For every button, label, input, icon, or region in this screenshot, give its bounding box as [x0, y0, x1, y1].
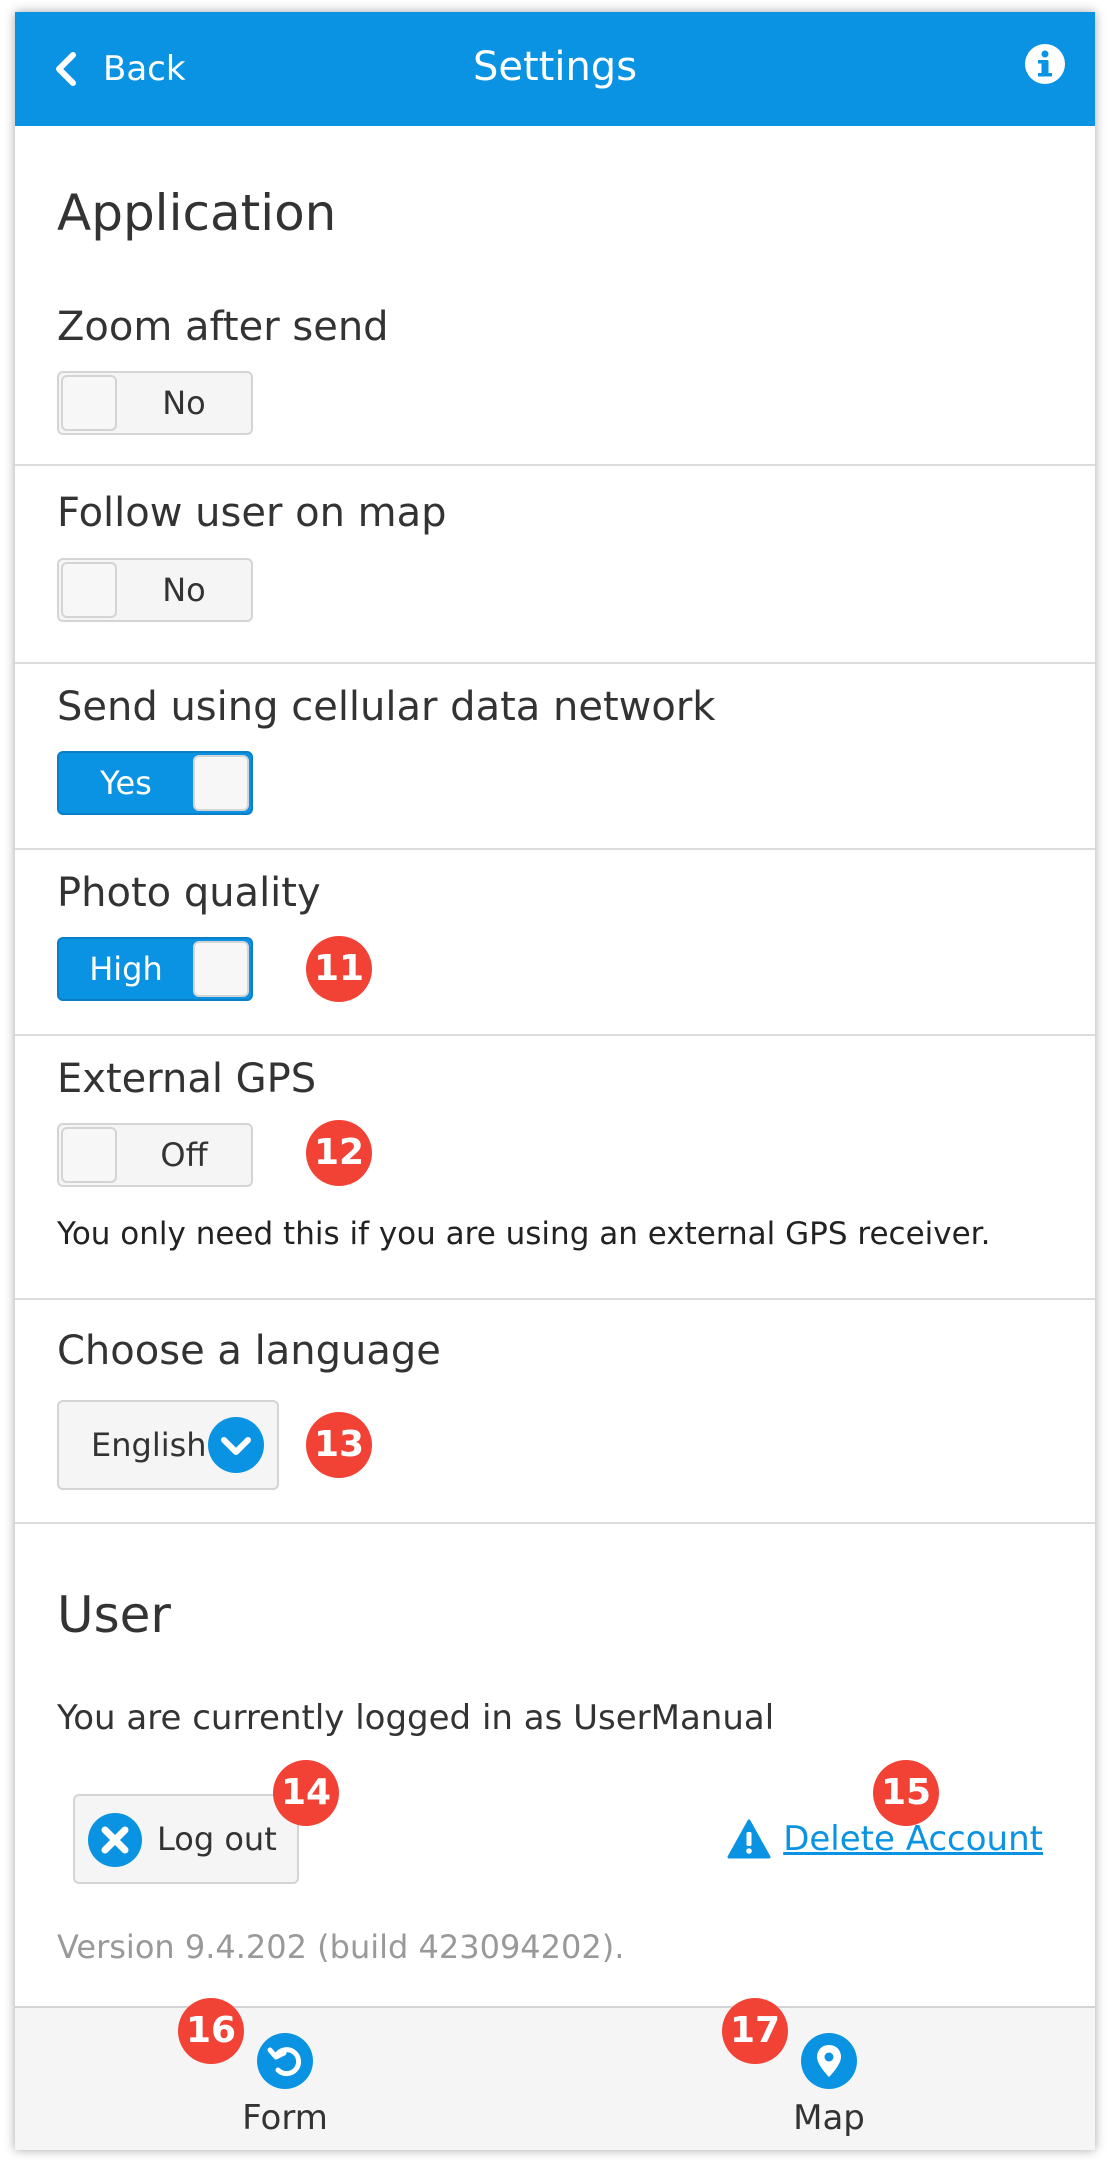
map-label: Map	[793, 2098, 865, 2138]
setting-row-cellular: Send using cellular data network Yes	[15, 664, 1095, 850]
callout-badge: 13	[306, 1412, 372, 1478]
page-title: Settings	[472, 44, 638, 90]
callout-badge: 12	[306, 1120, 372, 1186]
setting-label: Zoom after send	[57, 304, 389, 350]
toggle-value: Off	[160, 1136, 208, 1174]
callout-badge: 15	[873, 1760, 939, 1826]
toggle-value: No	[162, 571, 206, 609]
setting-row-language: Choose a language English 13	[15, 1300, 1095, 1524]
cellular-toggle[interactable]: Yes	[57, 751, 253, 815]
version-text: Version 9.4.202 (build 423094202).	[57, 1928, 625, 1966]
language-select[interactable]: English	[57, 1400, 279, 1490]
external-gps-toggle[interactable]: Off	[57, 1123, 253, 1187]
callout-badge: 14	[273, 1760, 339, 1826]
callout-badge: 11	[306, 936, 372, 1002]
chevron-down-icon	[208, 1417, 264, 1473]
header-bar: Back Settings	[15, 12, 1095, 126]
zoom-after-send-toggle[interactable]: No	[57, 371, 253, 435]
setting-label: External GPS	[57, 1056, 317, 1102]
toggle-knob	[61, 375, 117, 431]
callout-badge: 16	[178, 1998, 244, 2064]
callout-badge: 17	[722, 1998, 788, 2064]
toggle-value: High	[89, 950, 163, 988]
form-label: Form	[242, 2098, 328, 2138]
toggle-knob	[193, 941, 249, 997]
map-pin-icon	[801, 2033, 857, 2089]
warning-icon	[727, 1819, 771, 1859]
setting-label: Choose a language	[57, 1328, 441, 1374]
photo-quality-toggle[interactable]: High	[57, 937, 253, 1001]
external-gps-help-text: You only need this if you are using an e…	[57, 1216, 991, 1252]
setting-row-zoom-after-send: Zoom after send No	[15, 296, 1095, 466]
section-title-application: Application	[57, 184, 337, 242]
logout-label: Log out	[157, 1820, 277, 1858]
toggle-knob	[61, 1127, 117, 1183]
setting-label: Send using cellular data network	[57, 684, 716, 730]
section-title-user: User	[57, 1586, 171, 1644]
setting-row-follow-user: Follow user on map No	[15, 466, 1095, 664]
language-select-value: English	[91, 1426, 207, 1464]
toggle-knob	[193, 755, 249, 811]
setting-row-photo-quality: Photo quality High 11	[15, 850, 1095, 1036]
close-circle-icon	[88, 1813, 142, 1867]
phone-frame: Back Settings Application Zoom after sen…	[15, 12, 1095, 2150]
logged-in-text: You are currently logged in as UserManua…	[57, 1698, 775, 1738]
follow-user-toggle[interactable]: No	[57, 558, 253, 622]
setting-label: Photo quality	[57, 870, 321, 916]
setting-label: Follow user on map	[57, 490, 447, 536]
info-icon[interactable]	[1023, 42, 1067, 86]
footer-nav: Form 16 Map 17	[15, 1998, 1095, 2150]
toggle-value: Yes	[100, 764, 152, 802]
undo-icon	[257, 2033, 313, 2089]
toggle-value: No	[162, 384, 206, 422]
delete-account-link[interactable]: Delete Account	[727, 1814, 1043, 1864]
toggle-knob	[61, 562, 117, 618]
setting-row-external-gps: External GPS Off 12 You only need this i…	[15, 1036, 1095, 1300]
logout-button[interactable]: Log out	[73, 1794, 299, 1884]
